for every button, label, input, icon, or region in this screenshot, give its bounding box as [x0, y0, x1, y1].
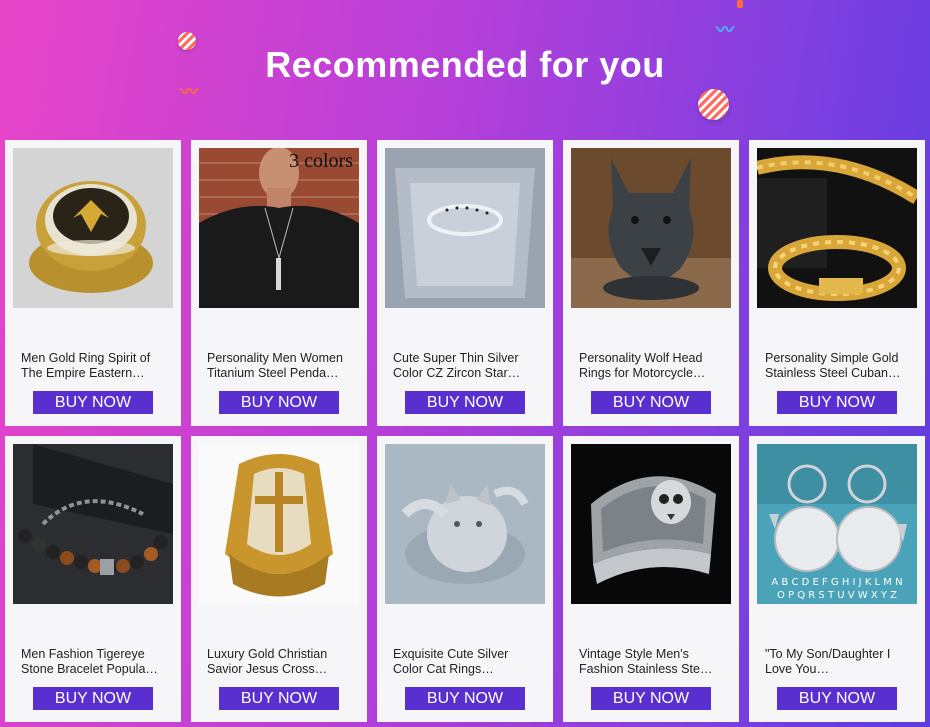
buy-now-button[interactable]: BUY NOW — [219, 687, 339, 710]
product-name-line: Cute Super Thin Silver — [393, 351, 519, 365]
striped-ball-decoration — [698, 89, 729, 120]
buy-now-button[interactable]: BUY NOW — [33, 687, 153, 710]
buy-now-button[interactable]: BUY NOW — [219, 391, 339, 414]
buy-now-button[interactable]: BUY NOW — [777, 391, 897, 414]
page-title: Recommended for you — [265, 44, 665, 85]
skull-ring-image — [571, 444, 731, 604]
product-name-line: Men Gold Ring Spirit of — [21, 351, 151, 365]
alphabet-line: A B C D E F G H I J K L M N — [771, 577, 903, 588]
confetti-decoration — [737, 0, 743, 8]
product-card[interactable]: 3 colors Personality Men Women Titanium … — [191, 140, 367, 426]
product-name-line: Vintage Style Men's — [579, 647, 689, 661]
buy-now-button[interactable]: BUY NOW — [591, 687, 711, 710]
product-image[interactable] — [13, 444, 173, 604]
product-name[interactable]: Vintage Style Men's Fashion Stainless St… — [579, 647, 729, 677]
product-name-line: Savior Jesus Cross… — [207, 662, 328, 676]
gold-cuban-chain-image — [757, 148, 917, 308]
buy-now-button[interactable]: BUY NOW — [591, 391, 711, 414]
banner-header: 〰 〰 Recommended for you — [0, 0, 930, 140]
buy-now-button[interactable]: BUY NOW — [405, 391, 525, 414]
product-card[interactable]: Vintage Style Men's Fashion Stainless St… — [563, 436, 739, 722]
product-name-line: Luxury Gold Christian — [207, 647, 328, 661]
product-name[interactable]: Exquisite Cute Silver Color Cat Rings… — [393, 647, 543, 677]
product-name[interactable]: Men Gold Ring Spirit of The Empire Easte… — [21, 351, 171, 381]
buy-now-button[interactable]: BUY NOW — [405, 687, 525, 710]
colors-overlay-label: 3 colors — [289, 150, 353, 172]
product-name-line: Exquisite Cute Silver — [393, 647, 509, 661]
product-name-line: Stainless Steel Cuban… — [765, 366, 901, 380]
product-name-line: The Empire Eastern… — [21, 366, 145, 380]
product-card[interactable]: Exquisite Cute Silver Color Cat Rings… B… — [377, 436, 553, 722]
product-name[interactable]: Men Fashion Tigereye Stone Bracelet Popu… — [21, 647, 171, 677]
product-name-line: Color CZ Zircon Star… — [393, 366, 521, 380]
product-name-line: Love You… — [765, 662, 829, 676]
alphabet-line: O P Q R S T U V W X Y Z — [777, 590, 897, 601]
product-name-line: Fashion Stainless Ste… — [579, 662, 713, 676]
product-image[interactable]: 3 colors — [199, 148, 359, 308]
product-name-line: "To My Son/Daughter I — [765, 647, 891, 661]
streamer-decoration: 〰 — [716, 20, 734, 40]
product-card[interactable]: A B C D E F G H I J K L M N O P Q R S T … — [749, 436, 925, 722]
product-name[interactable]: Luxury Gold Christian Savior Jesus Cross… — [207, 647, 357, 677]
product-card[interactable]: Men Gold Ring Spirit of The Empire Easte… — [5, 140, 181, 426]
product-card[interactable]: Personality Simple Gold Stainless Steel … — [749, 140, 925, 426]
product-image[interactable] — [385, 148, 545, 308]
thin-silver-ring-image — [385, 148, 545, 308]
product-name-line: Rings for Motorcycle… — [579, 366, 706, 380]
product-card[interactable]: Cute Super Thin Silver Color CZ Zircon S… — [377, 140, 553, 426]
product-name-line: Titanium Steel Penda… — [207, 366, 339, 380]
product-name[interactable]: Cute Super Thin Silver Color CZ Zircon S… — [393, 351, 543, 381]
product-card[interactable]: Men Fashion Tigereye Stone Bracelet Popu… — [5, 436, 181, 722]
product-card[interactable]: Luxury Gold Christian Savior Jesus Cross… — [191, 436, 367, 722]
product-name-line: Personality Simple Gold — [765, 351, 899, 365]
wolf-head-ring-image — [571, 148, 731, 308]
product-image[interactable] — [199, 444, 359, 604]
alphabet-overlay: A B C D E F G H I J K L M N O P Q R S T … — [757, 576, 917, 602]
product-name[interactable]: "To My Son/Daughter I Love You… — [765, 647, 915, 677]
buy-now-button[interactable]: BUY NOW — [777, 687, 897, 710]
tigereye-bracelet-image — [13, 444, 173, 604]
product-name[interactable]: Personality Simple Gold Stainless Steel … — [765, 351, 915, 381]
product-image[interactable] — [13, 148, 173, 308]
gold-eagle-ring-image — [13, 148, 173, 308]
product-name-line: Personality Wolf Head — [579, 351, 703, 365]
product-image[interactable] — [571, 444, 731, 604]
product-image[interactable] — [385, 444, 545, 604]
product-name-line: Personality Men Women — [207, 351, 343, 365]
product-image[interactable]: A B C D E F G H I J K L M N O P Q R S T … — [757, 444, 917, 604]
product-image[interactable] — [571, 148, 731, 308]
gold-cross-ring-image — [199, 444, 359, 604]
silver-cat-ring-image — [385, 444, 545, 604]
product-name-line: Stone Bracelet Popula… — [21, 662, 158, 676]
product-name[interactable]: Personality Men Women Titanium Steel Pen… — [207, 351, 357, 381]
product-image[interactable] — [757, 148, 917, 308]
product-name-line: Color Cat Rings… — [393, 662, 494, 676]
product-name[interactable]: Personality Wolf Head Rings for Motorcyc… — [579, 351, 729, 381]
product-name-line: Men Fashion Tigereye — [21, 647, 145, 661]
product-card[interactable]: Personality Wolf Head Rings for Motorcyc… — [563, 140, 739, 426]
buy-now-button[interactable]: BUY NOW — [33, 391, 153, 414]
